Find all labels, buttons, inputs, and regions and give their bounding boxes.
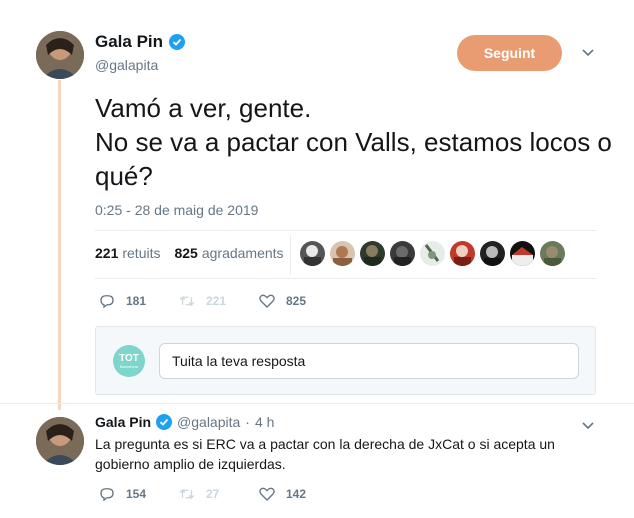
retweet-count: 27 [206,487,220,501]
liker-avatar[interactable] [300,241,325,266]
reply-author-handle[interactable]: @galapita [177,414,240,430]
likers-avatars [300,241,565,266]
divider [95,230,596,231]
reply-count: 154 [126,487,147,501]
tweet-text-line: Vamó a ver, gente. [95,93,312,123]
reply-time[interactable]: 4 h [255,414,274,430]
reply-header: Gala Pin @galapita · 4 h [95,414,274,430]
reply-action[interactable]: 154 [98,485,178,503]
chevron-down-icon[interactable] [580,417,596,433]
retweets-count: 221 [95,245,119,261]
retweet-icon [179,295,195,307]
avatar-subtext: Barcelona [119,363,138,369]
tweet-timestamp[interactable]: 0:25 - 28 de maig de 2019 [95,202,258,218]
retweet-action[interactable]: 27 [178,485,258,503]
reply-author-avatar[interactable] [36,417,84,465]
liker-avatar[interactable] [510,241,535,266]
likes-label: agradaments [201,245,284,261]
liker-avatar[interactable] [480,241,505,266]
verified-badge-icon [169,34,186,50]
liker-avatar[interactable] [390,241,415,266]
reply-icon [100,295,114,309]
like-count: 825 [286,294,307,308]
likes-stat[interactable]: 825 agradaments [174,245,283,261]
author-avatar[interactable] [36,31,84,79]
heart-icon [259,294,275,308]
likes-count: 825 [174,245,198,261]
reply-icon [100,488,114,502]
tweet-stats: 221 retuits 825 agradaments [95,245,284,261]
author-handle[interactable]: @galapita [95,57,158,73]
reply-count: 181 [126,294,147,308]
author-name-row[interactable]: Gala Pin [95,32,186,52]
reply-composer: TOT Barcelona [95,326,596,395]
liker-avatar[interactable] [420,241,445,266]
liker-avatar[interactable] [450,241,475,266]
liker-avatar[interactable] [360,241,385,266]
following-button[interactable]: Seguint [457,35,562,71]
reply-action[interactable]: 181 [98,292,178,310]
tweet-text-line: No se va a pactar con Valls, estamos loc… [95,127,612,191]
retweet-icon [179,488,195,500]
retweets-stat[interactable]: 221 retuits [95,245,160,261]
retweet-action[interactable]: 221 [178,292,258,310]
stats-separator [290,235,291,275]
like-action[interactable]: 142 [258,485,338,503]
reply-text: La pregunta es si ERC va a pactar con la… [95,436,555,472]
retweet-count: 221 [206,294,227,308]
heart-icon [259,487,275,501]
retweets-label: retuits [122,245,161,261]
current-user-avatar: TOT Barcelona [113,345,145,377]
verified-badge-icon [156,414,173,430]
liker-avatar[interactable] [540,241,565,266]
tweet-text: Vamó a ver, gente. No se va a pactar con… [95,91,615,193]
tweet-separator [0,403,634,404]
reply-input[interactable] [159,343,579,379]
reply-actions: 154 27 142 [98,485,338,503]
liker-avatar[interactable] [330,241,355,266]
chevron-down-icon[interactable] [580,44,596,60]
reply-author-name[interactable]: Gala Pin [95,414,151,430]
author-name[interactable]: Gala Pin [95,32,163,52]
thread-line [58,80,61,410]
divider [95,278,596,279]
like-count: 142 [286,487,307,501]
avatar-text: TOT [119,352,139,364]
tweet-actions: 181 221 825 [98,292,338,310]
meta-separator: · [245,414,250,430]
like-action[interactable]: 825 [258,292,338,310]
